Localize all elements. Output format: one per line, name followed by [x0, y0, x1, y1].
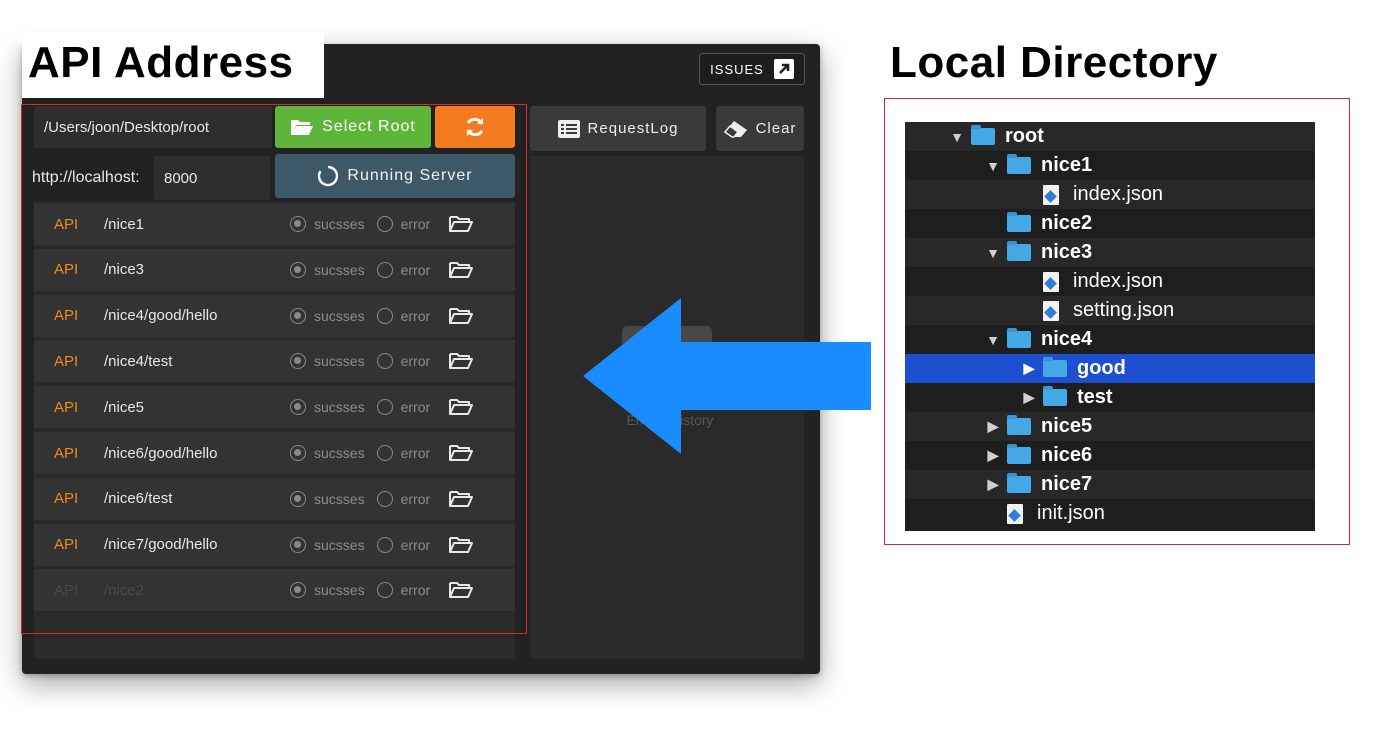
eraser-icon	[723, 120, 747, 138]
tree-item-label: index.json	[1073, 183, 1164, 205]
issues-button[interactable]: ISSUES	[699, 53, 805, 85]
disclosure-triangle-icon[interactable]: ▶	[985, 447, 1001, 464]
folder-icon	[1007, 415, 1031, 435]
directory-tree: ▼ root ▼ nice1 index.json nice2 ▼ nice3 index.js…	[905, 122, 1315, 531]
tree-item-label: good	[1077, 357, 1126, 379]
tree-item-label: nice3	[1041, 241, 1093, 263]
tree-folder-row[interactable]: ▶ test	[905, 383, 1315, 412]
folder-icon	[1007, 473, 1031, 493]
tree-item-label: test	[1077, 386, 1113, 408]
tree-file-row[interactable]: init.json	[905, 499, 1315, 528]
request-log-button[interactable]: RequestLog	[530, 106, 706, 151]
tree-file-row[interactable]: setting.json	[905, 296, 1315, 325]
local-directory-caption: Local Directory	[890, 38, 1218, 87]
api-address-highlight	[21, 104, 527, 634]
disclosure-triangle-icon[interactable]: ▶	[985, 476, 1001, 493]
disclosure-triangle-icon[interactable]: ▶	[1021, 360, 1037, 377]
tree-item-label: nice1	[1041, 154, 1093, 176]
issues-label: ISSUES	[710, 61, 764, 77]
json-file-icon	[1043, 271, 1059, 292]
disclosure-triangle-icon[interactable]: ▼	[949, 129, 965, 145]
request-log-label: RequestLog	[587, 120, 679, 137]
tree-item-label: nice4	[1041, 328, 1093, 350]
folder-icon	[1007, 328, 1031, 348]
tree-folder-row[interactable]: ▼ root	[905, 122, 1315, 151]
clear-button[interactable]: Clear	[716, 106, 804, 151]
tree-folder-row[interactable]: ▶ nice7	[905, 470, 1315, 499]
folder-icon	[1043, 357, 1067, 377]
folder-icon	[971, 125, 995, 145]
tree-item-label: setting.json	[1073, 299, 1175, 321]
tree-item-label: root	[1005, 125, 1044, 147]
json-file-icon	[1043, 300, 1059, 321]
disclosure-triangle-icon[interactable]: ▼	[985, 332, 1001, 348]
tree-folder-row[interactable]: ▶ nice6	[905, 441, 1315, 470]
disclosure-triangle-icon[interactable]: ▶	[1021, 389, 1037, 406]
tree-file-row[interactable]: index.json	[905, 267, 1315, 296]
disclosure-triangle-icon[interactable]: ▼	[985, 245, 1001, 261]
json-file-icon	[1043, 184, 1059, 205]
tree-folder-row[interactable]: ▼ nice4	[905, 325, 1315, 354]
folder-icon	[1007, 241, 1031, 261]
tree-item-label: nice2	[1041, 212, 1093, 234]
folder-icon	[1007, 154, 1031, 174]
tree-folder-row[interactable]: ▶ nice5	[905, 412, 1315, 441]
tree-folder-row[interactable]: nice2	[905, 209, 1315, 238]
tree-item-label: nice7	[1041, 473, 1093, 495]
tree-item-label: nice6	[1041, 444, 1093, 466]
tree-file-row[interactable]: index.json	[905, 180, 1315, 209]
disclosure-triangle-icon[interactable]: ▼	[985, 158, 1001, 174]
tree-item-label: init.json	[1037, 502, 1105, 524]
tree-folder-row[interactable]: ▶ good	[905, 354, 1315, 383]
external-link-icon	[773, 59, 794, 79]
tree-item-label: index.json	[1073, 270, 1164, 292]
disclosure-triangle-icon[interactable]: ▶	[985, 418, 1001, 435]
api-address-caption: API Address	[22, 32, 324, 98]
tree-folder-row[interactable]: ▼ nice1	[905, 151, 1315, 180]
json-file-icon	[1007, 503, 1023, 524]
tree-folder-row[interactable]: ▼ nice3	[905, 238, 1315, 267]
tree-item-label: nice5	[1041, 415, 1093, 437]
folder-icon	[1043, 386, 1067, 406]
left-arrow-icon	[583, 298, 871, 454]
folder-icon	[1007, 212, 1031, 232]
clear-label: Clear	[755, 120, 797, 137]
folder-icon	[1007, 444, 1031, 464]
list-icon	[557, 119, 580, 138]
